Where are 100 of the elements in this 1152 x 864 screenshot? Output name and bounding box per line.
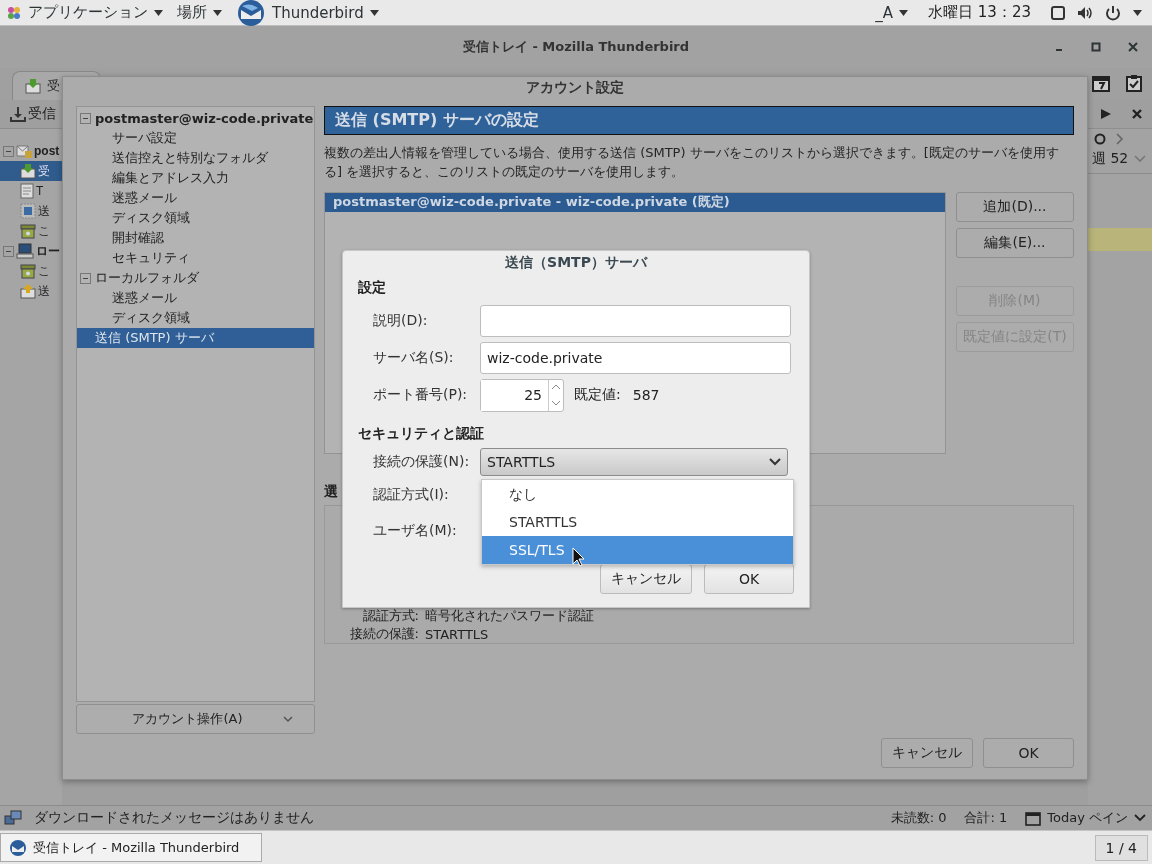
power-icon[interactable] xyxy=(1105,4,1121,21)
close-icon[interactable] xyxy=(1128,42,1138,52)
caret-icon xyxy=(1133,9,1142,16)
input-method-menu[interactable]: _A xyxy=(875,3,909,22)
close-icon[interactable] xyxy=(1132,109,1142,119)
folder-row[interactable]: 送 xyxy=(0,281,62,301)
spin-up-icon[interactable] xyxy=(551,384,561,391)
tree-item[interactable]: 編集とアドレス入力 xyxy=(77,168,314,188)
folder-row[interactable]: T xyxy=(0,181,62,201)
caret-icon xyxy=(154,9,163,16)
chevron-down-icon xyxy=(282,715,293,723)
collapse-icon[interactable] xyxy=(3,245,14,257)
caret-icon xyxy=(369,9,379,16)
field-label: ユーザ名(M): xyxy=(373,522,458,540)
field-label: ポート番号(P): xyxy=(373,386,469,404)
taskbar-window-button[interactable]: 受信トレイ - Mozilla Thunderbird xyxy=(0,833,262,862)
get-mail-button[interactable]: 受信 xyxy=(10,105,56,123)
spin-down-icon[interactable] xyxy=(551,399,561,406)
dialog-button[interactable]: キャンセル xyxy=(881,738,973,768)
calendar-icon xyxy=(1025,810,1042,826)
download-icon xyxy=(10,106,26,122)
connection-security-dropdown[interactable]: STARTTLS xyxy=(480,448,788,476)
field-label: 説明(D): xyxy=(373,312,429,330)
status-message: ダウンロードされたメッセージはありません xyxy=(34,809,315,827)
folder-row[interactable]: こ xyxy=(0,221,62,241)
inbox-icon xyxy=(20,163,36,179)
section-banner: 送信 (SMTP) サーバの設定 xyxy=(324,106,1074,135)
default-port: 587 xyxy=(632,387,660,403)
detail-label: 接続の保護: xyxy=(348,625,419,643)
chevron-down-icon xyxy=(1134,814,1146,822)
dialog-button[interactable]: キャンセル xyxy=(600,564,692,594)
tree-item[interactable]: 迷惑メール xyxy=(77,188,314,208)
folder-row[interactable]: ロー xyxy=(0,241,62,261)
section-heading: 設定 xyxy=(358,279,387,297)
window-title: 受信トレイ - Mozilla Thunderbird xyxy=(462,38,690,56)
tree-item[interactable]: サーバ設定 xyxy=(77,128,314,148)
field-label: 接続の保護(N): xyxy=(373,453,471,471)
folder-row[interactable]: 送 xyxy=(0,201,62,221)
today-circle-icon[interactable] xyxy=(1094,133,1106,145)
panel-menu[interactable]: アプリケーション xyxy=(6,3,163,22)
trash-icon xyxy=(20,263,36,279)
stamp-icon xyxy=(20,203,36,219)
section-heading: 選 xyxy=(324,483,338,501)
tree-item[interactable]: ローカルフォルダ xyxy=(77,268,314,288)
tree-item[interactable]: セキュリティ xyxy=(77,248,314,268)
window-icon[interactable] xyxy=(1051,5,1065,20)
detail-label: 認証方式: xyxy=(361,607,419,625)
volume-icon[interactable] xyxy=(1077,5,1093,20)
default-label: 既定値: xyxy=(574,386,621,404)
dropdown-option[interactable]: なし xyxy=(482,480,793,508)
server-name-field[interactable]: wiz-code.private xyxy=(480,342,791,374)
panel-menu[interactable]: Thunderbird xyxy=(236,0,379,26)
folder-row[interactable]: こ xyxy=(0,261,62,281)
network-icon xyxy=(4,810,22,826)
inbox-icon xyxy=(25,78,41,94)
caret-icon xyxy=(899,9,909,16)
caret-icon xyxy=(213,9,222,16)
dialog-button[interactable]: OK xyxy=(983,738,1074,768)
computer-icon xyxy=(16,243,34,259)
section-heading: セキュリティと認証 xyxy=(358,425,485,443)
dialog-button[interactable]: OK xyxy=(704,564,794,594)
week-number: 週 52 xyxy=(1092,150,1129,168)
tree-item[interactable]: 送信 (SMTP) サーバ xyxy=(77,328,314,348)
tree-item[interactable]: 開封確認 xyxy=(77,228,314,248)
apps-icon xyxy=(6,4,22,21)
dropdown-option[interactable]: STARTTLS xyxy=(482,508,793,536)
field-label: サーバ名(S): xyxy=(373,349,455,367)
collapse-icon[interactable] xyxy=(80,112,91,124)
workspace-indicator[interactable]: 1 / 4 xyxy=(1094,834,1148,861)
mail-lock-icon xyxy=(16,143,32,159)
maximize-icon[interactable] xyxy=(1091,42,1101,52)
side-button[interactable]: 編集(E)... xyxy=(956,228,1074,258)
play-icon[interactable] xyxy=(1100,108,1112,120)
tree-item[interactable]: 迷惑メール xyxy=(77,288,314,308)
trash-icon xyxy=(20,223,36,239)
app-logo-icon xyxy=(9,838,27,857)
dialog-title: 送信（SMTP）サーバ xyxy=(504,253,649,272)
folder-row[interactable]: 受 xyxy=(0,161,62,181)
folder-row[interactable]: post xyxy=(0,141,62,161)
tree-item[interactable]: ディスク領域 xyxy=(77,208,314,228)
task-icon[interactable] xyxy=(1126,74,1142,92)
port-spinbox[interactable]: 25 xyxy=(480,378,564,412)
highlighted-row xyxy=(1088,228,1152,251)
today-pane-toggle[interactable]: Today ペイン xyxy=(1025,809,1146,827)
tree-item[interactable]: ディスク領域 xyxy=(77,308,314,328)
total-count: 合計: 1 xyxy=(964,809,1008,827)
outbox-icon xyxy=(20,283,36,299)
chevron-down-icon xyxy=(769,458,781,466)
account-actions-button[interactable]: アカウント操作(A) xyxy=(76,704,315,734)
tree-item[interactable]: 送信控えと特別なフォルダ xyxy=(77,148,314,168)
clock[interactable]: 水曜日 13：23 xyxy=(928,3,1031,22)
calendar-icon[interactable] xyxy=(1092,74,1110,92)
detail-value: STARTTLS xyxy=(425,626,489,642)
server-item[interactable]: postmaster@wiz-code.private - wiz-code.private (既定) xyxy=(325,193,945,212)
collapse-icon[interactable] xyxy=(3,145,14,157)
collapse-icon[interactable] xyxy=(80,272,91,284)
tree-item[interactable]: postmaster@wiz-code.private xyxy=(77,108,314,128)
description-field[interactable] xyxy=(480,305,791,337)
side-button[interactable]: 追加(D)... xyxy=(956,192,1074,222)
panel-menu[interactable]: 場所 xyxy=(177,3,222,22)
